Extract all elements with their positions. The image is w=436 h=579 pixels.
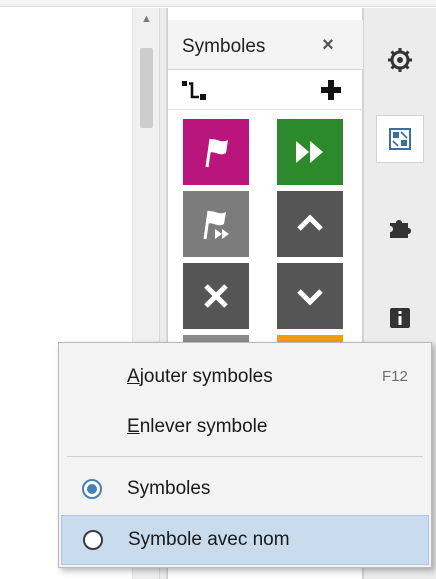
close-icon[interactable]: ×	[316, 33, 340, 57]
flag-forward-icon	[203, 210, 229, 240]
fast-forward-icon	[296, 141, 323, 163]
chevron-up-icon	[297, 214, 323, 231]
menu-item-remove-symbol[interactable]: Enlever symbole	[61, 403, 429, 453]
context-menu: Ajouter symboles F12 Enlever symbole Sym…	[58, 342, 432, 568]
radio-unchecked-icon	[83, 530, 103, 550]
chevron-down-icon	[297, 289, 323, 306]
symbols-panel-button[interactable]	[376, 115, 424, 163]
gear-icon	[388, 48, 412, 72]
radio-checked-icon	[82, 479, 102, 499]
menu-item-label: Ajouter symboles	[127, 366, 273, 387]
plugins-button[interactable]	[376, 204, 424, 252]
menu-radio-symbols[interactable]: Symboles	[61, 465, 429, 515]
symbol-flag[interactable]	[183, 119, 249, 185]
menu-item-label: Enlever symbole	[127, 416, 268, 437]
panel-title: Symboles	[182, 36, 266, 57]
path-tool-icon[interactable]	[180, 78, 208, 104]
symbol-down[interactable]	[277, 263, 343, 329]
scroll-thumb[interactable]	[140, 48, 153, 128]
panel-header: Symboles ×	[168, 20, 364, 70]
symbol-flag-forward[interactable]	[183, 191, 249, 257]
menu-item-label: Symboles	[127, 478, 211, 499]
gear-button[interactable]	[376, 36, 424, 84]
symbol-up[interactable]	[277, 191, 343, 257]
cross-icon	[204, 284, 228, 308]
menu-separator	[67, 456, 423, 457]
top-border	[0, 0, 436, 7]
flag-icon	[205, 138, 228, 168]
info-button[interactable]	[376, 294, 424, 342]
symbol-fast-forward[interactable]	[277, 119, 343, 185]
puzzle-icon	[390, 220, 411, 238]
menu-item-shortcut: F12	[382, 368, 408, 385]
menu-item-label: Symbole avec nom	[128, 529, 290, 550]
app-window: ▲ Symboles × Ajouter symboles F12 Enleve…	[0, 0, 436, 579]
menu-radio-symbol-with-name[interactable]: Symbole avec nom	[61, 515, 429, 565]
menu-item-add-symbols[interactable]: Ajouter symboles F12	[61, 353, 429, 403]
symbol-cross[interactable]	[183, 263, 249, 329]
scroll-up-arrow-icon[interactable]: ▲	[133, 8, 160, 30]
symbols-panel-icon	[389, 128, 411, 150]
add-icon[interactable]	[320, 79, 342, 101]
panel-toolbar	[168, 70, 364, 110]
info-icon	[390, 308, 410, 328]
